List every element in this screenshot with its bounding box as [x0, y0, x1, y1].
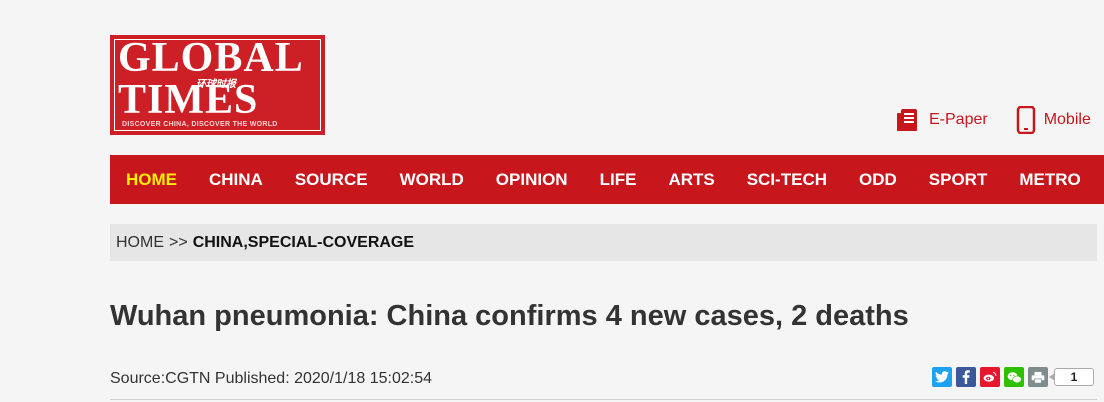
breadcrumb: HOME >> CHINA,SPECIAL-COVERAGE: [110, 224, 1097, 261]
share-bar: 1: [932, 367, 1094, 387]
global-times-logo[interactable]: GLOBAL 环球时报 TIMES DISCOVER CHINA, DISCOV…: [110, 35, 325, 135]
weibo-icon[interactable]: [980, 367, 1000, 387]
logo-text-global: GLOBAL: [118, 35, 304, 81]
twitter-icon[interactable]: [932, 367, 952, 387]
logo-slogan: DISCOVER CHINA, DISCOVER THE WORLD: [122, 121, 278, 128]
divider: [110, 399, 1097, 400]
nav-item-arts[interactable]: ARTS: [668, 170, 714, 190]
share-count: 1: [1049, 368, 1094, 386]
printer-glyph: [1031, 371, 1045, 383]
print-icon[interactable]: [1028, 367, 1048, 387]
main-nav: HOME CHINA SOURCE WORLD OPINION LIFE ART…: [110, 155, 1104, 204]
wechat-glyph: [1007, 371, 1022, 383]
breadcrumb-separator: >>: [169, 233, 188, 251]
nav-item-sport[interactable]: SPORT: [929, 170, 988, 190]
nav-item-source[interactable]: SOURCE: [295, 170, 368, 190]
breadcrumb-current[interactable]: CHINA,SPECIAL-COVERAGE: [193, 234, 414, 252]
nav-item-world[interactable]: WORLD: [400, 170, 464, 190]
wechat-icon[interactable]: [1004, 367, 1024, 387]
facebook-icon[interactable]: [956, 367, 976, 387]
nav-item-metro[interactable]: METRO: [1019, 170, 1080, 190]
twitter-bird-glyph: [935, 371, 949, 383]
newspaper-icon: [897, 109, 917, 131]
nav-item-opinion[interactable]: OPINION: [496, 170, 568, 190]
breadcrumb-home[interactable]: HOME: [116, 234, 164, 252]
logo-text-times: TIMES: [118, 77, 259, 123]
header-links: E-Paper Mobile: [895, 106, 1104, 134]
mobile-phone-icon: [1016, 106, 1035, 134]
facebook-f-glyph: [962, 370, 970, 384]
nav-item-china[interactable]: CHINA: [209, 170, 263, 190]
mobile-label: Mobile: [1043, 111, 1091, 128]
article-title: Wuhan pneumonia: China confirms 4 new ca…: [110, 300, 909, 332]
nav-item-life[interactable]: LIFE: [600, 170, 637, 190]
weibo-glyph: [983, 371, 997, 382]
nav-item-home[interactable]: HOME: [126, 170, 177, 190]
nav-item-sci-tech[interactable]: SCI-TECH: [747, 170, 827, 190]
mobile-link[interactable]: Mobile: [1016, 106, 1091, 134]
epaper-link[interactable]: E-Paper: [895, 107, 988, 133]
nav-item-odd[interactable]: ODD: [859, 170, 897, 190]
article-meta: Source:CGTN Published: 2020/1/18 15:02:5…: [110, 370, 432, 387]
epaper-label: E-Paper: [929, 111, 988, 128]
